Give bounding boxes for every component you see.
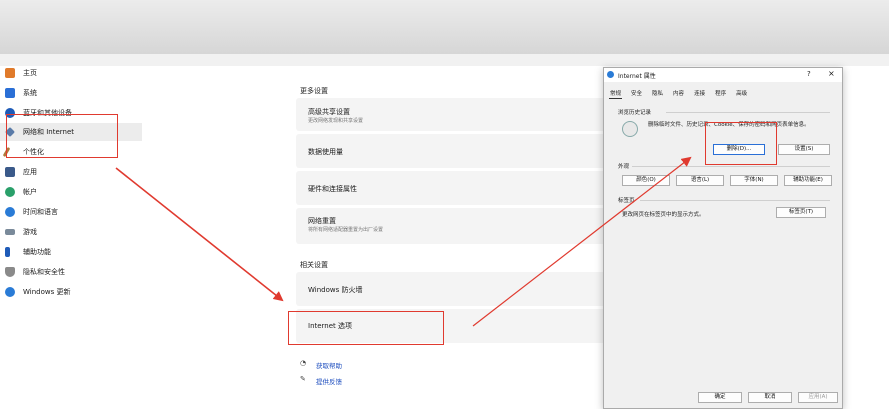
sidebar-item-label: 应用 — [23, 168, 37, 176]
appearance-group-label: 外观 — [618, 164, 630, 170]
help-button[interactable]: ? — [807, 70, 811, 78]
feedback-link[interactable]: 提供反馈 — [316, 376, 342, 386]
sidebar-item-label: 时间和语言 — [23, 208, 58, 216]
apply-button[interactable]: 应用(A) — [798, 392, 838, 403]
dialog-titlebar: Internet 属性 ? × — [604, 68, 842, 82]
colors-button[interactable]: 颜色(O) — [622, 175, 670, 186]
sidebar-item-label: Windows 更新 — [23, 288, 71, 296]
languages-button[interactable]: 语言(L) — [676, 175, 724, 186]
more-settings-heading: 更多设置 — [300, 87, 328, 95]
sidebar-item-apps[interactable]: 应用 — [0, 163, 142, 181]
history-settings-button[interactable]: 设置(S) — [778, 144, 830, 155]
account-icon — [5, 187, 15, 197]
internet-properties-dialog: Internet 属性 ? × 常规 安全 隐私 内容 连接 程序 高级 浏览历… — [603, 67, 843, 409]
close-button[interactable]: × — [828, 69, 835, 78]
network-reset-card[interactable]: 网络重置 将所有网络适配器重置为出厂设置 — [296, 208, 608, 244]
tabs-group-label: 标签页 — [618, 198, 635, 204]
accessibility-button[interactable]: 辅助功能(E) — [784, 175, 832, 186]
card-title: 网络重置 — [308, 217, 336, 225]
time-language-icon — [5, 207, 15, 217]
group-divider — [666, 112, 830, 113]
sidebar-item-time-language[interactable]: 时间和语言 — [0, 203, 142, 221]
sidebar-item-label: 帐户 — [23, 188, 37, 196]
tab-connections[interactable]: 连接 — [693, 88, 706, 99]
sidebar-item-system[interactable]: 系统 — [0, 84, 142, 102]
sidebar-item-label: 主页 — [23, 69, 37, 77]
system-icon — [5, 88, 15, 98]
help-icon: ◔ — [300, 359, 307, 367]
tabs-settings-button[interactable]: 标签页(T) — [776, 207, 826, 218]
sidebar-item-label: 隐私和安全性 — [23, 268, 65, 276]
card-title: Windows 防火墙 — [308, 286, 363, 294]
tab-advanced[interactable]: 高级 — [735, 88, 748, 99]
sidebar-item-home[interactable]: 主页 — [0, 64, 142, 82]
privacy-icon — [5, 267, 15, 277]
related-settings-heading: 相关设置 — [300, 261, 328, 269]
sidebar-item-account[interactable]: 帐户 — [0, 183, 142, 201]
sidebar-item-label: 辅助功能 — [23, 248, 51, 256]
dialog-tabs: 常规 安全 隐私 内容 连接 程序 高级 — [609, 88, 756, 99]
card-subtitle: 将所有网络适配器重置为出厂设置 — [308, 227, 384, 233]
sidebar-item-label: 游戏 — [23, 228, 37, 236]
sidebar-item-accessibility[interactable]: 辅助功能 — [0, 243, 142, 261]
sidebar-item-label: 系统 — [23, 89, 37, 97]
accessibility-icon — [5, 247, 10, 257]
highlight-internet-options — [288, 311, 444, 345]
tab-security[interactable]: 安全 — [630, 88, 643, 99]
data-usage-card[interactable]: 数据使用量 — [296, 134, 608, 168]
tab-general[interactable]: 常规 — [609, 88, 623, 99]
group-divider — [640, 200, 830, 201]
sidebar-item-gaming[interactable]: 游戏 — [0, 223, 142, 241]
apps-icon — [5, 167, 15, 177]
hardware-properties-card[interactable]: 硬件和连接属性 — [296, 171, 608, 205]
ok-button[interactable]: 确定 — [698, 392, 742, 403]
dialog-title: Internet 属性 — [618, 73, 656, 80]
card-title: 硬件和连接属性 — [308, 185, 357, 193]
tab-content[interactable]: 内容 — [672, 88, 685, 99]
card-title: 高级共享设置 — [308, 108, 350, 116]
tab-programs[interactable]: 程序 — [714, 88, 727, 99]
sidebar-item-windows-update[interactable]: Windows 更新 — [0, 283, 142, 301]
feedback-icon: ✎ — [300, 375, 306, 383]
gaming-icon — [5, 229, 15, 235]
internet-explorer-icon — [607, 71, 614, 78]
fonts-button[interactable]: 字体(N) — [730, 175, 778, 186]
cancel-button[interactable]: 取消 — [748, 392, 792, 403]
windows-update-icon — [5, 287, 15, 297]
firewall-card[interactable]: Windows 防火墙 — [296, 272, 608, 306]
history-globe-icon — [622, 121, 638, 137]
highlight-delete-button — [705, 122, 777, 165]
history-group-label: 浏览历史记录 — [618, 110, 652, 116]
get-help-link[interactable]: 获取帮助 — [316, 360, 342, 370]
home-icon — [5, 68, 15, 78]
sidebar-item-privacy[interactable]: 隐私和安全性 — [0, 263, 142, 281]
card-title: 数据使用量 — [308, 148, 343, 156]
tab-privacy[interactable]: 隐私 — [651, 88, 664, 99]
highlight-network-item — [6, 114, 118, 158]
advanced-sharing-card[interactable]: 高级共享设置 更改网络发现和共享设置 — [296, 98, 608, 131]
group-divider — [632, 166, 830, 167]
tabs-description: 更改网页在标签页中的显示方式。 — [622, 212, 705, 218]
window-header — [0, 0, 889, 54]
card-subtitle: 更改网络发现和共享设置 — [308, 118, 364, 124]
